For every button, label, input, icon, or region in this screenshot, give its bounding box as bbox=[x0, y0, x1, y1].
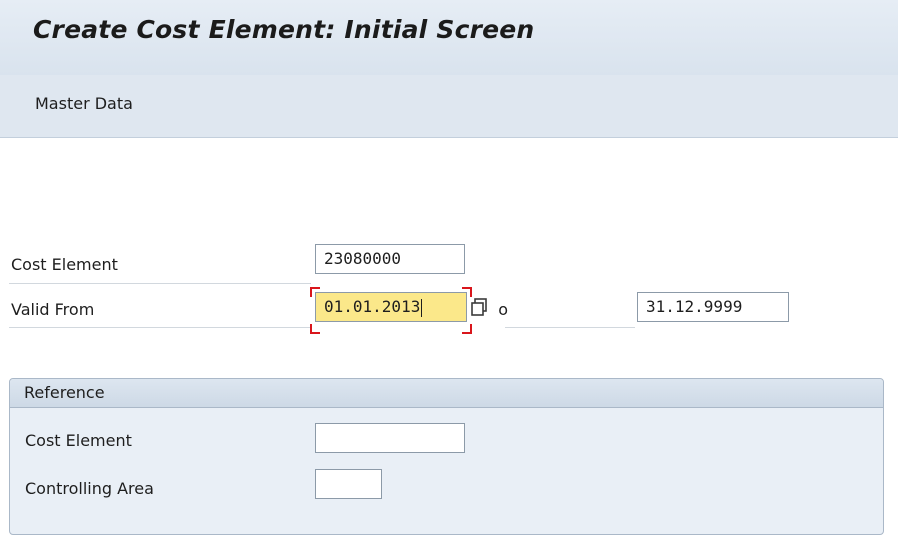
reference-cost-element-label: Cost Element bbox=[25, 431, 132, 450]
reference-cost-element-input[interactable] bbox=[315, 423, 465, 453]
reference-groupbox: Reference bbox=[9, 378, 884, 535]
cost-element-underline bbox=[9, 283, 311, 284]
valid-from-underline bbox=[9, 327, 311, 328]
valid-to-label: to bbox=[492, 300, 508, 319]
valid-from-input[interactable]: 01.01.2013 bbox=[315, 292, 467, 322]
cost-element-label: Cost Element bbox=[11, 255, 118, 274]
focus-corner-top-left bbox=[310, 287, 320, 297]
valid-to-label-visible: o bbox=[498, 300, 509, 319]
title-bar: Create Cost Element: Initial Screen bbox=[0, 0, 898, 75]
focus-corner-bottom-left bbox=[310, 324, 320, 334]
menu-item-master-data[interactable]: Master Data bbox=[35, 94, 133, 113]
valid-from-label: Valid From bbox=[11, 300, 95, 319]
copy-icon[interactable] bbox=[470, 297, 490, 319]
menu-bar: Master Data bbox=[0, 75, 898, 138]
focus-corner-top-right bbox=[462, 287, 472, 297]
valid-to-input[interactable]: 31.12.9999 bbox=[637, 292, 789, 322]
controlling-area-input[interactable] bbox=[315, 469, 382, 499]
text-caret bbox=[421, 298, 423, 317]
focus-corner-bottom-right bbox=[462, 324, 472, 334]
valid-to-underline bbox=[505, 327, 635, 328]
page-title: Create Cost Element: Initial Screen bbox=[33, 15, 535, 44]
reference-title: Reference bbox=[24, 383, 105, 402]
valid-from-value: 01.01.2013 bbox=[324, 297, 421, 316]
cost-element-input[interactable]: 23080000 bbox=[315, 244, 465, 274]
reference-groupbox-header: Reference bbox=[10, 379, 883, 408]
controlling-area-label: Controlling Area bbox=[25, 479, 154, 498]
